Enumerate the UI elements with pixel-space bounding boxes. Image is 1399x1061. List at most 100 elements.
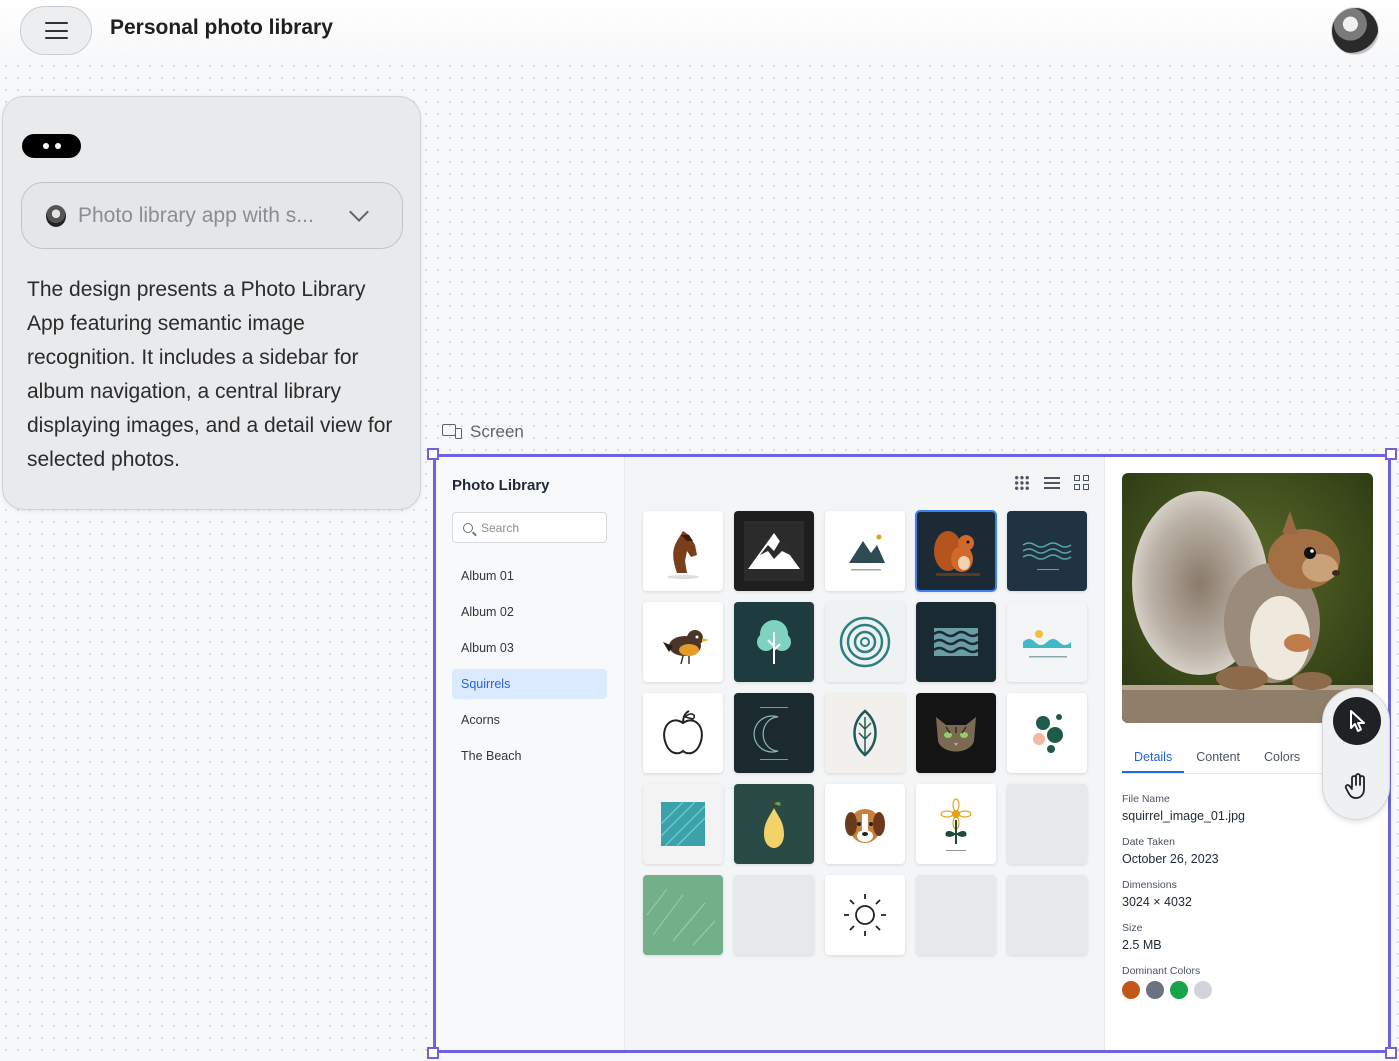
teal-texture-icon xyxy=(660,801,706,847)
tree-icon xyxy=(757,620,791,664)
file-name-value: squirrel_image_01.jpg xyxy=(1122,809,1245,823)
flower-icon xyxy=(940,798,972,851)
thumb-horse[interactable] xyxy=(643,511,723,591)
color-swatch xyxy=(1146,981,1164,999)
user-avatar[interactable] xyxy=(1331,7,1379,55)
screen-label-text: Screen xyxy=(470,422,524,441)
thumb-empty-1 xyxy=(1007,784,1087,864)
wave-logo-icon xyxy=(1023,630,1071,658)
assistant-panel: Photo library app with s... The design p… xyxy=(2,96,421,510)
thumb-empty-3 xyxy=(916,875,996,955)
screen-frame[interactable]: Photo Library Album 01 Album 02 Album 03 Sq… xyxy=(427,448,1397,1059)
album-list: Album 01 Album 02 Album 03 Squirrels Acorns T… xyxy=(452,561,607,777)
search-icon xyxy=(463,522,473,533)
album-item-acorns[interactable]: Acorns xyxy=(452,705,607,735)
album-item-album-03[interactable]: Album 03 xyxy=(452,633,607,663)
thumb-sun[interactable] xyxy=(825,875,905,955)
thumb-bird[interactable] xyxy=(643,602,723,682)
mountain-logo-icon xyxy=(849,534,885,571)
resize-handle-bottom-left[interactable] xyxy=(427,1047,439,1059)
squirrel-icon xyxy=(934,531,980,576)
bird-icon xyxy=(663,630,709,665)
hand-tool-button[interactable] xyxy=(1333,763,1381,811)
thumb-green-texture[interactable] xyxy=(643,875,723,955)
search-input[interactable] xyxy=(481,520,591,535)
thumb-pear[interactable] xyxy=(734,784,814,864)
thumb-waves-pattern[interactable] xyxy=(916,602,996,682)
dominant-colors xyxy=(1122,981,1362,999)
thumb-empty-4 xyxy=(1007,875,1087,955)
cat-icon xyxy=(936,717,976,752)
grid-large-icon[interactable] xyxy=(1074,475,1090,491)
list-icon[interactable] xyxy=(1044,475,1060,491)
tab-details[interactable]: Details xyxy=(1122,744,1185,773)
search-box[interactable] xyxy=(452,512,607,543)
tab-content[interactable]: Content xyxy=(1184,744,1252,773)
thumb-abstract-circles[interactable] xyxy=(1007,693,1087,773)
color-swatch xyxy=(1194,981,1212,999)
album-item-the-beach[interactable]: The Beach xyxy=(452,741,607,771)
prompt-avatar xyxy=(46,204,66,227)
color-swatch xyxy=(1170,981,1188,999)
screen-label: Screen xyxy=(442,422,524,442)
thumb-dark-mountain[interactable] xyxy=(734,511,814,591)
grid-small-icon[interactable] xyxy=(1014,475,1030,491)
date-taken-label: Date Taken xyxy=(1122,836,1175,848)
field-list: File Name squirrel_image_01.jpg Date Taken… xyxy=(1122,793,1362,952)
date-taken-value: October 26, 2023 xyxy=(1122,852,1219,866)
pointer-tool-button[interactable] xyxy=(1333,697,1381,745)
thumb-teal-texture[interactable] xyxy=(643,784,723,864)
dimensions-value: 3024 × 4032 xyxy=(1122,895,1192,909)
moon-icon xyxy=(753,707,788,760)
resize-handle-top-left[interactable] xyxy=(427,448,439,460)
apple-icon xyxy=(663,710,703,755)
thumb-mountain-logo[interactable] xyxy=(825,511,905,591)
green-texture-icon xyxy=(646,888,716,946)
app-title: Photo Library xyxy=(452,477,550,494)
album-item-squirrels[interactable]: Squirrels xyxy=(452,669,607,699)
horse-icon xyxy=(667,531,699,579)
spiral-icon xyxy=(839,616,891,668)
top-bar: Personal photo library xyxy=(0,0,1399,60)
thumb-cat[interactable] xyxy=(916,693,996,773)
library-grid-area xyxy=(625,457,1105,1050)
hand-icon xyxy=(1344,773,1365,799)
prompt-select-text: Photo library app with s... xyxy=(78,203,314,227)
thumb-flower[interactable] xyxy=(916,784,996,864)
waves-pattern-icon xyxy=(933,628,979,656)
design-description: The design presents a Photo Library App … xyxy=(27,278,393,471)
size-label: Size xyxy=(1122,922,1143,934)
hamburger-icon xyxy=(44,22,68,39)
album-item-album-01[interactable]: Album 01 xyxy=(452,561,607,591)
chevron-down-icon xyxy=(349,201,369,222)
color-swatch xyxy=(1122,981,1140,999)
menu-button[interactable] xyxy=(20,6,92,55)
prompt-select[interactable]: Photo library app with s... xyxy=(21,182,403,249)
thumb-moon[interactable] xyxy=(734,693,814,773)
thumb-wave-logo[interactable] xyxy=(1007,602,1087,682)
thumb-apple[interactable] xyxy=(643,693,723,773)
dog-icon xyxy=(845,809,885,843)
tool-palette xyxy=(1322,688,1390,820)
detail-fields: File Name squirrel_image_01.jpg Date Taken… xyxy=(1122,793,1362,999)
resize-handle-top-right[interactable] xyxy=(1385,448,1397,460)
view-toggles xyxy=(1014,475,1090,491)
thumbnail-grid xyxy=(643,510,1087,955)
photo-library-app: Photo Library Album 01 Album 02 Album 03 Sq… xyxy=(436,457,1388,1050)
size-value: 2.5 MB xyxy=(1122,938,1162,952)
resize-handle-bottom-right[interactable] xyxy=(1385,1047,1397,1059)
thumb-dog[interactable] xyxy=(825,784,905,864)
thumb-leaf[interactable] xyxy=(825,693,905,773)
dimensions-label: Dimensions xyxy=(1122,879,1177,891)
thumb-waves-dark[interactable] xyxy=(1007,511,1087,591)
tab-colors[interactable]: Colors xyxy=(1252,744,1312,773)
abstract-circles-icon xyxy=(1033,714,1063,753)
album-item-album-02[interactable]: Album 02 xyxy=(452,597,607,627)
thumb-tree[interactable] xyxy=(734,602,814,682)
waves-dark-icon xyxy=(1022,542,1072,570)
pear-icon xyxy=(764,801,784,848)
thumb-squirrel[interactable] xyxy=(915,510,997,592)
more-dots-icon[interactable] xyxy=(22,134,81,158)
selected-photo-squirrel xyxy=(1122,473,1373,723)
thumb-spiral[interactable] xyxy=(825,602,905,682)
